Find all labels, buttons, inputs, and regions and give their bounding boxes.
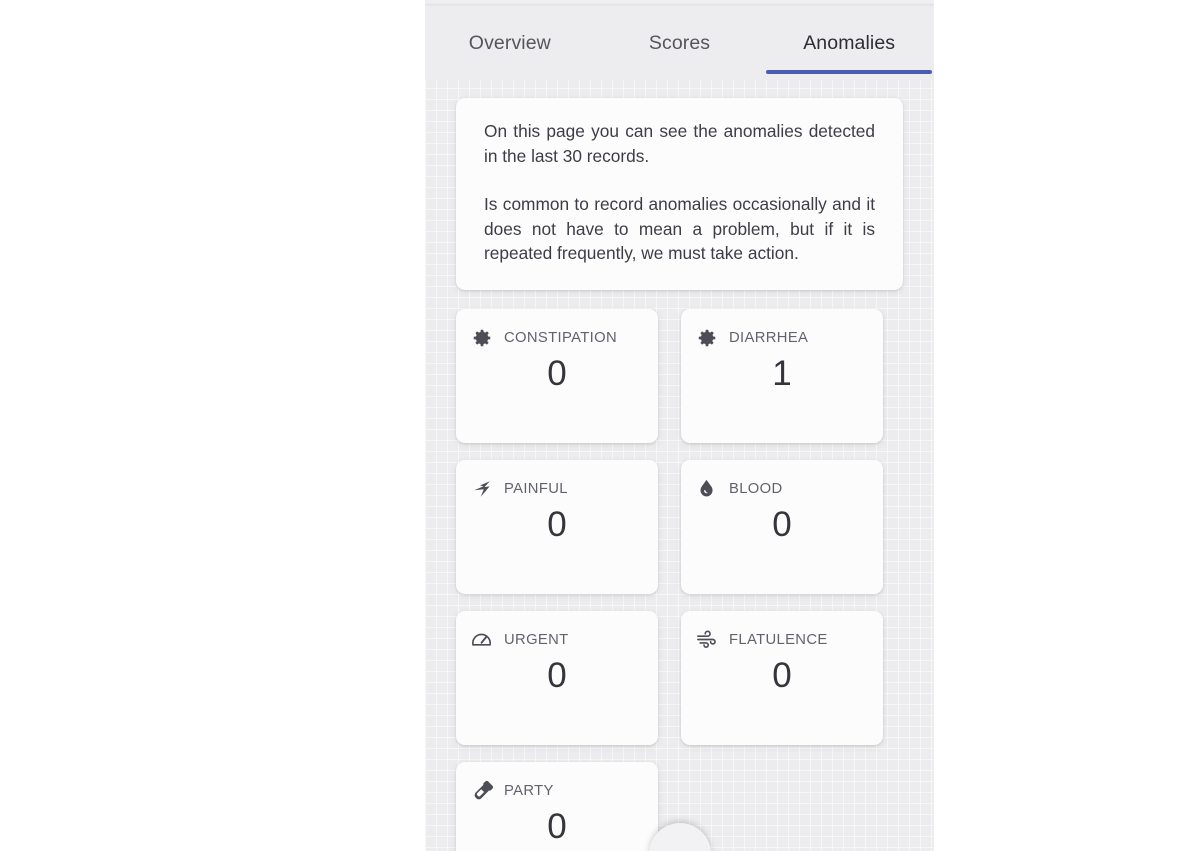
tab-scores-underline <box>597 70 763 74</box>
tab-scores-label: Scores <box>648 32 711 54</box>
tab-scores[interactable]: Scores <box>595 6 765 80</box>
anomaly-card-header: CONSTIPATION <box>470 326 644 350</box>
tab-overview-label: Overview <box>468 32 551 54</box>
anomaly-card-blood[interactable]: BLOOD 0 <box>681 459 883 594</box>
anomaly-value: 0 <box>772 655 792 695</box>
water-drop-icon <box>695 477 718 500</box>
anomaly-card-constipation[interactable]: CONSTIPATION 0 <box>456 308 658 443</box>
screenshot-root: Overview Scores Anomalies On this page y… <box>0 0 1200 851</box>
anomaly-label: BLOOD <box>729 480 783 497</box>
anomaly-card-header: PARTY <box>470 779 644 803</box>
tab-bar: Overview Scores Anomalies <box>425 6 934 80</box>
anomaly-card-party[interactable]: PARTY 0 <box>456 761 658 851</box>
anomalies-scroll-area[interactable]: On this page you can see the anomalies d… <box>425 80 934 851</box>
tab-overview-underline <box>427 70 593 74</box>
anomaly-card-diarrhea[interactable]: DIARRHEA 1 <box>681 308 883 443</box>
gear-icon <box>470 326 493 349</box>
anomaly-label: PARTY <box>504 782 554 799</box>
anomaly-card-flatulence[interactable]: FLATULENCE 0 <box>681 610 883 745</box>
anomaly-card-header: URGENT <box>470 628 644 652</box>
anomaly-label: URGENT <box>504 631 569 648</box>
app-viewport: Overview Scores Anomalies On this page y… <box>425 0 934 851</box>
tab-anomalies-label: Anomalies <box>803 32 896 54</box>
tab-anomalies[interactable]: Anomalies <box>764 6 934 80</box>
lightning-bolt-icon <box>470 477 493 500</box>
tab-overview[interactable]: Overview <box>425 6 595 80</box>
anomaly-label: PAINFUL <box>504 480 568 497</box>
anomaly-value: 1 <box>772 353 792 393</box>
tab-anomalies-underline <box>766 70 933 74</box>
anomaly-grid: CONSTIPATION 0 DIARRHEA 1 PAINFUL 0 BLOO… <box>456 308 903 851</box>
wind-icon <box>695 628 718 651</box>
anomaly-value: 0 <box>772 504 792 544</box>
info-paragraph-1: On this page you can see the anomalies d… <box>484 121 875 166</box>
anomaly-card-header: DIARRHEA <box>695 326 869 350</box>
anomaly-card-header: FLATULENCE <box>695 628 869 652</box>
anomaly-value: 0 <box>547 504 567 544</box>
info-paragraph-2: Is common to record anomalies occasional… <box>484 194 875 263</box>
anomaly-value: 0 <box>547 655 567 695</box>
anomaly-label: DIARRHEA <box>729 329 809 346</box>
gear-icon <box>695 326 718 349</box>
bottle-icon <box>470 779 493 802</box>
anomaly-value: 0 <box>547 806 567 846</box>
anomaly-value: 0 <box>547 353 567 393</box>
anomaly-card-header: BLOOD <box>695 477 869 501</box>
anomaly-card-painful[interactable]: PAINFUL 0 <box>456 459 658 594</box>
right-gutter <box>934 0 1200 851</box>
anomaly-label: CONSTIPATION <box>504 329 617 346</box>
info-card: On this page you can see the anomalies d… <box>456 98 903 290</box>
speedometer-icon <box>470 628 493 651</box>
left-gutter <box>0 0 425 851</box>
anomaly-card-urgent[interactable]: URGENT 0 <box>456 610 658 745</box>
anomaly-card-header: PAINFUL <box>470 477 644 501</box>
anomaly-label: FLATULENCE <box>729 631 828 648</box>
